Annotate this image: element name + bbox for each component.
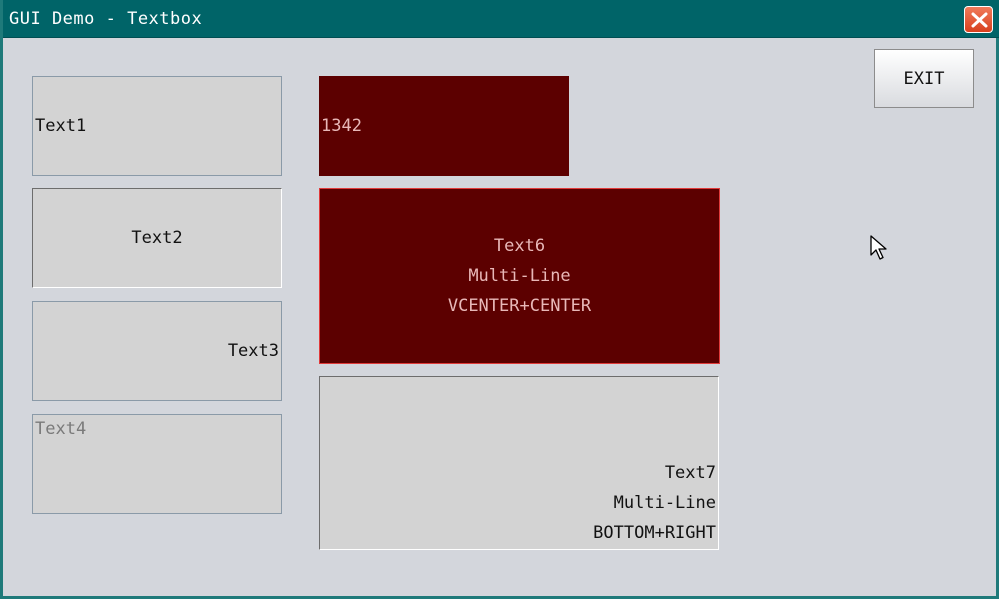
textbox-3-text: Text3 [227,341,279,361]
textbox-6-multiline-center[interactable]: Text6 Multi-Line VCENTER+CENTER [319,188,720,364]
textbox-2-text: Text2 [131,228,183,248]
textbox-1-text: Text1 [35,116,87,136]
textbox-7-text: Text7 Multi-Line BOTTOM+RIGHT [593,463,716,543]
window-title: GUI Demo - Textbox [9,9,203,29]
title-bar[interactable]: GUI Demo - Textbox [3,0,999,38]
textbox-5-text: 1342 [321,116,362,136]
textbox-3[interactable]: Text3 [32,301,282,401]
textbox-7-multiline-bottom-right[interactable]: Text7 Multi-Line BOTTOM+RIGHT [319,376,719,550]
textbox-5[interactable]: 1342 [319,76,569,176]
exit-button[interactable]: EXIT [874,49,974,108]
textbox-2[interactable]: Text2 [32,188,282,288]
textbox-6-text: Text6 Multi-Line VCENTER+CENTER [447,236,592,316]
mouse-pointer-icon [870,235,887,260]
textbox-4-text: Text4 [35,419,87,439]
close-button[interactable] [964,6,993,33]
app-window: GUI Demo - Textbox Text1 Text2 Text3 Tex… [0,0,999,599]
textbox-4[interactable]: Text4 [32,414,282,514]
close-x-icon [971,12,988,28]
textbox-1[interactable]: Text1 [32,76,282,176]
